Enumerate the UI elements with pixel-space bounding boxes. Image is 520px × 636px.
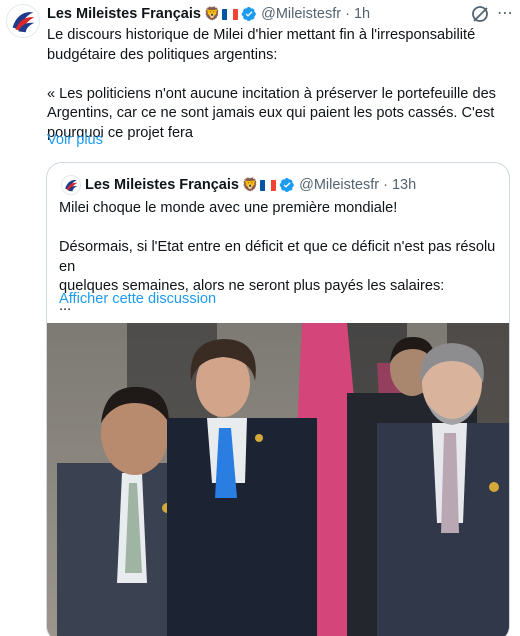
author-name[interactable]: Les Mileistes Français [47,6,201,22]
france-flag-icon [222,8,239,20]
tweet-text-line: Argentins, car ce ne sont jamais eux qui… [47,105,495,121]
quoted-author-avatar[interactable] [61,175,81,195]
lion-emoji-icon: 🦁 [241,177,259,193]
tweet-text-line: Le discours historique de Milei d'hier m… [47,27,476,43]
verified-badge-icon [241,6,256,22]
quoted-author-handle[interactable]: @Mileistesfr [299,177,379,193]
quoted-timestamp[interactable]: 13h [392,177,416,193]
timestamp[interactable]: 1h [354,6,370,22]
separator: · [345,6,350,22]
more-options-icon[interactable]: ⋯ [495,4,515,24]
tweet: Les Mileistes Français 🦁 @Mileistesfr · … [0,0,520,636]
tweet-text-line: « Les politiciens n'ont aucune incitatio… [47,85,496,102]
grok-icon[interactable] [470,4,490,24]
quoted-author-name[interactable]: Les Mileistes Français [85,177,239,193]
france-flag-icon [260,179,277,191]
quoted-tweet-photo[interactable] [47,323,509,636]
separator: · [383,177,388,193]
show-thread-link[interactable]: Afficher cette discussion [59,291,216,307]
tweet-text-line: budgétaire des politiques argentins: [47,46,278,63]
author-avatar[interactable] [6,4,40,38]
verified-badge-icon [279,177,294,193]
tweet-text: Le discours historique de Milei d'hier m… [47,26,513,143]
quoted-tweet[interactable]: Les Mileistes Français 🦁 @Mileistesfr · … [46,162,510,636]
tweet-text-line: pourquoi ce projet fera [47,124,194,141]
author-handle[interactable]: @Mileistesfr [261,6,341,22]
quoted-tweet-header: Les Mileistes Français 🦁 @Mileistesfr · … [85,175,416,195]
tweet-header: Les Mileistes Français 🦁 @Mileistesfr · … [47,4,370,24]
quoted-text-line: Désormais, si l'Etat entre en déficit et… [59,239,496,275]
show-more-link[interactable]: Voir plus [47,132,103,148]
lion-emoji-icon: 🦁 [203,6,221,22]
quoted-text-line: Milei choque le monde avec une première … [59,200,398,216]
